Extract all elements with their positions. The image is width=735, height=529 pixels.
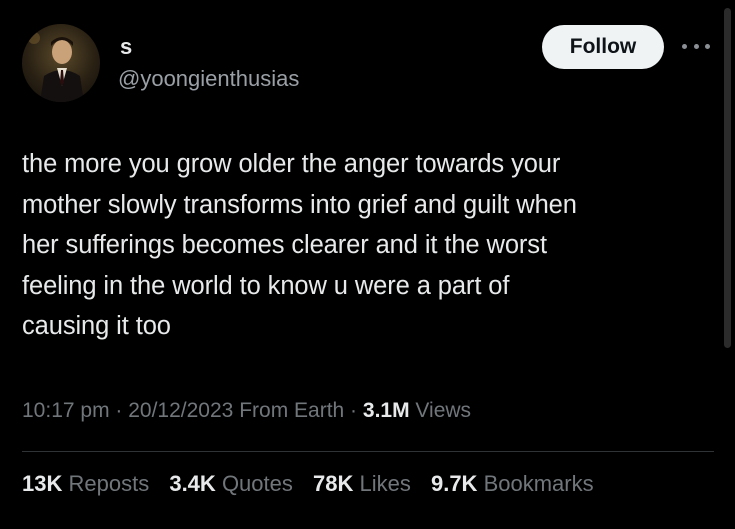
bookmarks-count: 9.7K bbox=[430, 471, 478, 496]
tweet-time[interactable]: 10:17 pm bbox=[22, 399, 110, 422]
user-handle[interactable]: @yoongienthusias bbox=[118, 66, 299, 92]
divider bbox=[22, 451, 714, 452]
meta-separator: · bbox=[109, 399, 129, 422]
avatar[interactable] bbox=[22, 24, 100, 102]
reposts-count: 13K bbox=[22, 471, 63, 496]
meta-separator: · bbox=[344, 399, 363, 422]
bookmarks-stat[interactable]: 9.7K Bookmarks bbox=[431, 471, 594, 496]
likes-stat[interactable]: 78K Likes bbox=[313, 471, 411, 496]
bookmarks-label: Bookmarks bbox=[483, 471, 594, 496]
tweet-text: the more you grow older the anger toward… bbox=[22, 150, 577, 340]
more-horizontal-icon[interactable] bbox=[682, 36, 710, 56]
views-label: Views bbox=[415, 399, 472, 422]
views-count[interactable]: 3.1M bbox=[363, 399, 410, 422]
reposts-stat[interactable]: 13K Reposts bbox=[22, 471, 149, 496]
tweet-meta: 10:17 pm · 20/12/2023 From Earth · 3.1M … bbox=[22, 396, 471, 426]
reposts-label: Reposts bbox=[68, 471, 150, 496]
scrollbar[interactable] bbox=[724, 8, 731, 348]
likes-label: Likes bbox=[359, 471, 411, 496]
tweet-source: From Earth bbox=[239, 399, 345, 422]
tweet-date[interactable]: 20/12/2023 bbox=[128, 399, 233, 422]
follow-button[interactable]: Follow bbox=[542, 25, 664, 69]
profile-photo-icon bbox=[28, 32, 84, 102]
quotes-stat[interactable]: 3.4K Quotes bbox=[169, 471, 293, 496]
likes-count: 78K bbox=[313, 471, 354, 496]
quotes-count: 3.4K bbox=[169, 471, 216, 496]
display-name[interactable]: s bbox=[120, 34, 132, 60]
engagement-stats: 13K Reposts 3.4K Quotes 78K Likes 9.7K B… bbox=[22, 469, 608, 499]
quotes-label: Quotes bbox=[221, 471, 293, 496]
tweet-card: s @yoongienthusias Follow the more you g… bbox=[0, 0, 735, 529]
